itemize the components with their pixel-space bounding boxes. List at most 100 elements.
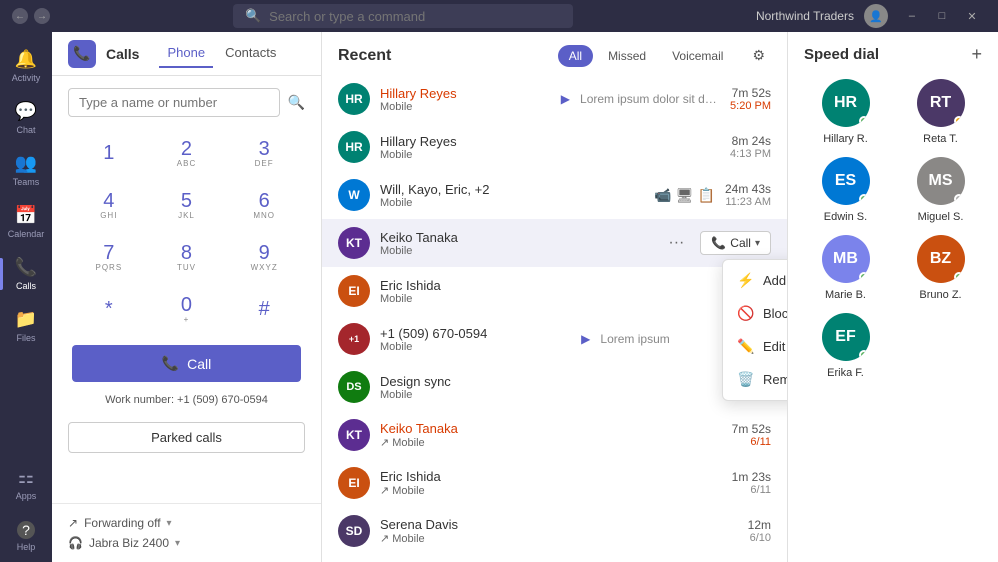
speed-dial-item[interactable]: EF Erika F. [804,313,887,379]
minimize-button[interactable]: – [898,6,926,26]
key-hash[interactable]: # [227,285,301,333]
list-item[interactable]: CC Charlotte de Crum ↗ Mobile 30m 11s 6/… [322,555,787,562]
list-item[interactable]: EI Eric Ishida Mobile 52s 8:45 AM [322,267,787,315]
key-5[interactable]: 5JKL [150,181,224,229]
list-item[interactable]: EI Eric Ishida ↗ Mobile 1m 23s 6/11 [322,459,787,507]
caller-avatar: EI [338,275,370,307]
tab-phone[interactable]: Phone [159,39,213,68]
speed-dial-avatar: EF [822,313,870,361]
play-icon[interactable]: ▶ [561,92,570,106]
device-item[interactable]: 🎧 Jabra Biz 2400 ▾ [68,536,305,550]
list-item[interactable]: W Will, Kayo, Eric, +2 Mobile 📹 🖥 📋 24m … [322,171,787,219]
caller-sub: Mobile [380,101,551,113]
speed-dial-item[interactable]: ES Edwin S. [804,157,887,223]
sidebar-item-calendar[interactable]: 📅 Calendar [0,196,52,248]
key-0[interactable]: 0+ [150,285,224,333]
key-8[interactable]: 8TUV [150,233,224,281]
speed-dial-panel: Speed dial + HR Hillary R. RT Reta T. [788,32,998,562]
context-menu-item-speed-dial[interactable]: ⚡ Add to speed dial [723,264,787,297]
sidebar-item-apps[interactable]: ⚏ Apps [0,458,52,510]
key-3[interactable]: 3DEF [227,129,301,177]
sidebar-item-label: Help [17,542,36,552]
speed-dial-name: Hillary R. [823,133,868,145]
list-item[interactable]: +1 +1 (509) 670-0594 Mobile ▶ Lorem ipsu… [322,315,787,363]
caller-avatar: SD [338,515,370,547]
user-avatar[interactable]: 👤 [864,4,888,28]
add-speed-dial-button[interactable]: + [971,44,982,65]
filter-missed[interactable]: Missed [597,45,657,67]
app-body: 🔔 Activity 💬 Chat 👥 Teams 📅 Calendar 📞 C… [0,32,998,562]
speed-dial-avatar: MB [822,235,870,283]
list-item[interactable]: HR Hillary Reyes Mobile 8m 24s 4:13 PM [322,123,787,171]
speed-dial-name: Bruno Z. [919,289,961,301]
call-duration: 7m 52s [732,422,771,436]
tab-contacts[interactable]: Contacts [217,39,284,68]
key-4[interactable]: 4GHI [72,181,146,229]
call-duration: 12m [748,518,771,532]
tabs-bar: 📞 Calls Phone Contacts [52,32,321,76]
caller-sub: ↗ Mobile [380,532,738,545]
list-item[interactable]: HR Hillary Reyes Mobile ▶ Lorem ipsum do… [322,75,787,123]
more-options-button[interactable]: ··· [662,232,690,254]
context-menu-item-block[interactable]: 🚫 Block number [723,297,787,330]
search-input[interactable] [269,9,561,24]
close-button[interactable]: ✕ [958,6,986,26]
speed-dial-item[interactable]: RT Reta T. [899,79,982,145]
search-number-input[interactable] [68,88,280,117]
search-bar[interactable]: 🔍 [233,4,573,28]
maximize-button[interactable]: □ [928,6,956,26]
key-6[interactable]: 6MNO [227,181,301,229]
sidebar-item-teams[interactable]: 👥 Teams [0,144,52,196]
list-item[interactable]: KT Keiko Tanaka Mobile ··· 📞 Call ▾ [322,219,787,267]
context-menu-label: Block number [763,306,787,321]
key-7[interactable]: 7PQRS [72,233,146,281]
list-item[interactable]: SD Serena Davis ↗ Mobile 12m 6/10 [322,507,787,555]
key-1[interactable]: 1 [72,129,146,177]
forwarding-item[interactable]: ↗ Forwarding off ▾ [68,516,305,530]
sidebar-item-calls[interactable]: 📞 Calls [0,248,52,300]
call-meta: 8m 24s 4:13 PM [730,134,771,160]
caller-name: Hillary Reyes [380,134,720,149]
key-2[interactable]: 2ABC [150,129,224,177]
caller-avatar: EI [338,467,370,499]
speed-dial-name: Edwin S. [824,211,867,223]
nav-back-button[interactable]: ← [12,8,28,24]
speed-dial-grid: HR Hillary R. RT Reta T. ES Edwin S. [804,79,982,379]
status-indicator [859,272,869,282]
speed-dial-avatar: MS [917,157,965,205]
filter-icon[interactable]: ⚙ [746,44,771,67]
parked-calls-button[interactable]: Parked calls [68,422,305,453]
sidebar-item-help[interactable]: ? Help [0,510,52,562]
play-icon[interactable]: ▶ [581,332,590,346]
call-meta: 1m 23s 6/11 [732,470,771,496]
search-number-icon[interactable]: 🔍 [288,94,305,111]
speed-dial-item[interactable]: MS Miguel S. [899,157,982,223]
calls-tab-icon: 📞 [68,40,96,68]
apps-icon: ⚏ [18,467,34,488]
context-menu-item-remove[interactable]: 🗑️ Remove [723,363,787,396]
call-button[interactable]: 📞 Call [72,345,301,382]
speed-dial-name: Reta T. [923,133,958,145]
block-icon: 🚫 [737,305,753,322]
speed-dial-item[interactable]: MB Marie B. [804,235,887,301]
speed-dial-item[interactable]: HR Hillary R. [804,79,887,145]
context-menu-item-edit[interactable]: ✏️ Edit [723,330,787,363]
key-9[interactable]: 9WXYZ [227,233,301,281]
speed-dial-item[interactable]: BZ Bruno Z. [899,235,982,301]
sidebar-item-activity[interactable]: 🔔 Activity [0,40,52,92]
sidebar-item-chat[interactable]: 💬 Chat [0,92,52,144]
filter-tabs: All Missed Voicemail [558,45,735,67]
status-indicator [859,194,869,204]
list-item[interactable]: KT Keiko Tanaka ↗ Mobile 7m 52s 6/11 [322,411,787,459]
list-item[interactable]: DS Design sync Mobile 7m 52s 6/11 [322,363,787,411]
call-btn-phone-icon: 📞 [711,236,726,250]
sidebar-item-files[interactable]: 📁 Files [0,300,52,352]
caller-name: Keiko Tanaka [380,230,652,245]
key-star[interactable]: * [72,285,146,333]
call-action-button[interactable]: 📞 Call ▾ [700,231,771,255]
nav-forward-button[interactable]: → [34,8,50,24]
filter-voicemail[interactable]: Voicemail [661,45,734,67]
titlebar-left: ← → [12,8,50,24]
filter-all[interactable]: All [558,45,593,67]
call-meta: 12m 6/10 [748,518,771,544]
